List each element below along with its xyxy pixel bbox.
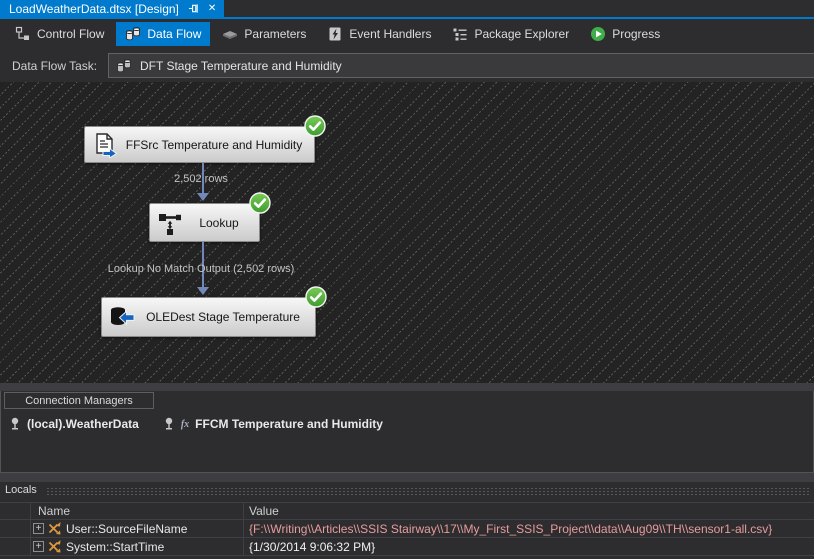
- tab-label: Package Explorer: [474, 27, 570, 41]
- grid-line: [0, 502, 814, 503]
- locals-panel: Locals Name Value + User::SourceFileName…: [0, 482, 814, 559]
- data-path-2-arrowhead: [197, 287, 209, 295]
- expand-icon[interactable]: +: [33, 541, 44, 552]
- variable-icon: [48, 540, 61, 553]
- flat-file-source-icon: [96, 132, 118, 158]
- data-flow-task-icon: [117, 58, 131, 72]
- connection-manager-weatherdata[interactable]: (local).WeatherData: [9, 417, 139, 431]
- tab-label: Parameters: [244, 27, 307, 41]
- data-flow-icon: [126, 27, 141, 41]
- document-tab-strip: LoadWeatherData.dtsx [Design] ✕: [0, 0, 814, 19]
- designer-tab-bar: Control Flow Data Flow Parameters Event …: [0, 19, 814, 49]
- node-label: FFSrc Temperature and Humidity: [125, 137, 303, 152]
- document-tab-title: LoadWeatherData.dtsx [Design]: [9, 1, 179, 16]
- grid-line: [30, 502, 31, 555]
- expression-fx-icon: fx: [180, 418, 190, 430]
- expand-icon[interactable]: +: [33, 523, 44, 534]
- tab-data-flow[interactable]: Data Flow: [116, 22, 211, 46]
- column-header-value[interactable]: Value: [249, 504, 279, 518]
- column-splitter[interactable]: [243, 502, 244, 555]
- ssis-designer-window: LoadWeatherData.dtsx [Design] ✕ Control …: [0, 0, 814, 559]
- node-lookup[interactable]: Lookup: [149, 192, 271, 242]
- variable-name: User::SourceFileName: [66, 522, 188, 536]
- connection-managers-title: Connection Managers: [25, 394, 133, 407]
- oledb-destination-icon: [111, 307, 135, 326]
- connection-managers-tab[interactable]: Connection Managers: [4, 392, 154, 409]
- tab-control-flow[interactable]: Control Flow: [6, 22, 113, 46]
- tab-package-explorer[interactable]: Package Explorer: [443, 22, 578, 46]
- data-path-1-arrowhead: [197, 193, 209, 201]
- node-label: OLEDest Stage Temperature: [146, 310, 300, 324]
- node-flat-file-source[interactable]: FFSrc Temperature and Humidity: [84, 115, 326, 163]
- package-explorer-icon: [453, 28, 467, 41]
- connection-icon: [165, 417, 173, 430]
- data-path-1-label: 2,502 rows: [174, 173, 228, 185]
- horizontal-splitter[interactable]: [0, 473, 814, 482]
- control-flow-icon: [15, 26, 29, 40]
- column-header-name[interactable]: Name: [38, 504, 70, 518]
- grid-line: [0, 555, 814, 556]
- horizontal-splitter[interactable]: [0, 383, 814, 391]
- pin-icon[interactable]: [188, 3, 199, 14]
- success-check-icon: [304, 115, 326, 137]
- connection-manager-ffcm[interactable]: fx FFCM Temperature and Humidity: [163, 417, 383, 431]
- locals-panel-title: Locals: [5, 484, 37, 496]
- close-icon[interactable]: ✕: [208, 3, 216, 14]
- data-flow-design-surface[interactable]: FFSrc Temperature and Humidity 2,502 row…: [0, 82, 814, 383]
- variable-value: {1/30/2014 9:06:32 PM}: [249, 540, 376, 554]
- data-flow-task-label: Data Flow Task:: [12, 58, 98, 73]
- variable-value: {F:\\Writing\\Articles\\SSIS Stairway\\1…: [249, 522, 773, 536]
- progress-icon: [591, 27, 606, 41]
- tab-label: Control Flow: [37, 27, 105, 41]
- event-handlers-icon: [329, 27, 341, 41]
- connection-managers-list: (local).WeatherData fx FFCM Temperature …: [1, 414, 813, 434]
- tab-event-handlers[interactable]: Event Handlers: [318, 22, 440, 46]
- tab-parameters[interactable]: Parameters: [213, 22, 315, 46]
- tab-label: Progress: [612, 27, 661, 41]
- variable-icon: [48, 522, 61, 535]
- tab-label: Data Flow: [147, 27, 202, 41]
- connection-manager-name: FFCM Temperature and Humidity: [195, 417, 383, 431]
- data-flow-task-value: DFT Stage Temperature and Humidity: [140, 58, 342, 73]
- document-tab[interactable]: LoadWeatherData.dtsx [Design] ✕: [0, 0, 225, 17]
- data-path-2-label: Lookup No Match Output (2,502 rows): [107, 263, 295, 275]
- grid-line: [0, 519, 814, 520]
- parameters-icon: [223, 31, 238, 39]
- tab-label: Event Handlers: [349, 27, 432, 41]
- node-oledb-destination[interactable]: OLEDest Stage Temperature: [101, 286, 327, 337]
- lookup-icon: [159, 213, 181, 235]
- success-check-icon: [249, 192, 271, 214]
- data-flow-task-row: Data Flow Task: DFT Stage Temperature an…: [0, 49, 814, 82]
- data-flow-task-dropdown[interactable]: DFT Stage Temperature and Humidity: [108, 53, 814, 78]
- node-label: Lookup: [199, 215, 239, 230]
- success-check-icon: [305, 286, 327, 308]
- connection-icon: [11, 417, 19, 430]
- panel-grip-texture: [46, 487, 811, 496]
- grid-line: [0, 537, 814, 538]
- variable-name: System::StartTime: [66, 540, 165, 554]
- connection-managers-tray: Connection Managers (local).WeatherData …: [0, 391, 814, 473]
- connection-manager-name: (local).WeatherData: [27, 417, 139, 431]
- tab-progress[interactable]: Progress: [581, 22, 669, 46]
